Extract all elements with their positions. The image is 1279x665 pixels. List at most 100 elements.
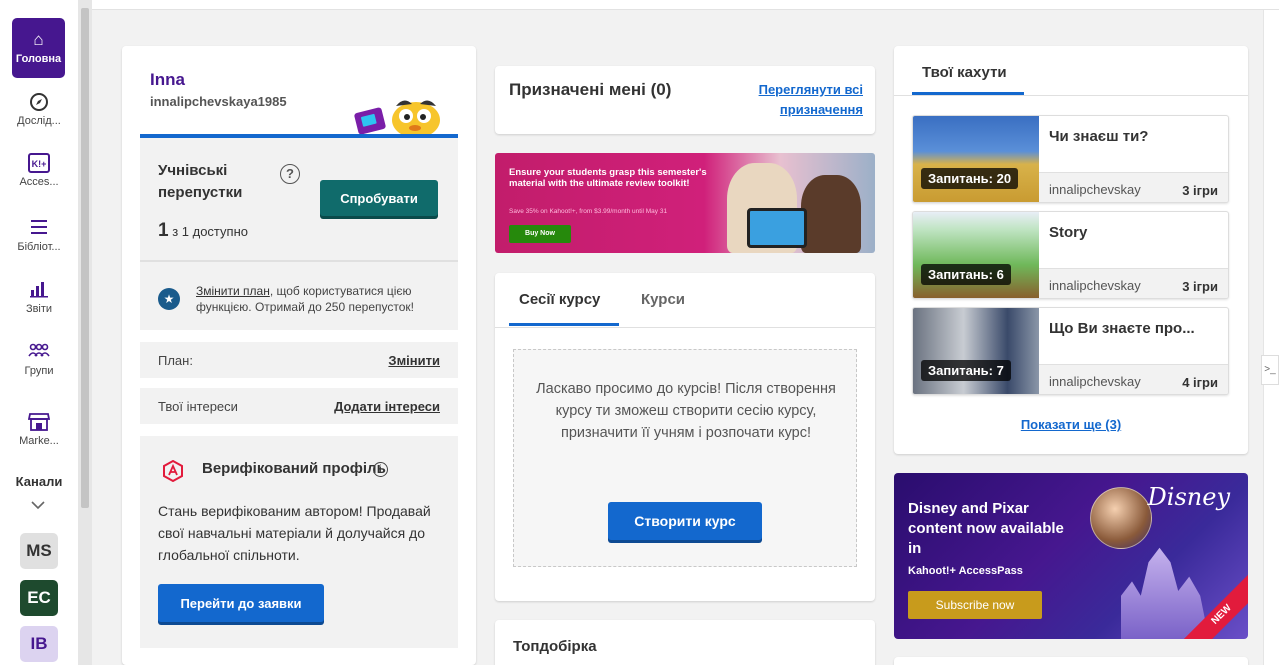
accesspass-brand: Kahoot!+ AccessPass <box>908 565 1023 577</box>
character-bubble-image <box>1090 487 1152 549</box>
profile-name: Inna <box>150 70 185 89</box>
questions-count: Запитань: 7 <box>921 360 1011 381</box>
nav-item-label: Головна <box>15 53 62 65</box>
kahoot-meta: innalipchevskay 3 ігри <box>1039 172 1228 202</box>
home-icon: ⌂ <box>33 30 44 49</box>
assigned-card: Призначені мені (0) Переглянути всі приз… <box>495 66 875 134</box>
disney-promo-banner[interactable]: Disney and Pixar content now available i… <box>894 473 1248 639</box>
assigned-title: Призначені мені (0) <box>509 80 672 99</box>
plan-row: План: Змінити <box>140 342 458 378</box>
add-interests-button[interactable]: Додати інтереси <box>334 399 440 414</box>
nav-item-accesspass[interactable]: K!+ Acces... <box>7 153 71 188</box>
nav-item-label: Дослід... <box>17 115 61 127</box>
store-icon <box>27 412 51 432</box>
nav-item-reports[interactable]: Звіти <box>7 280 71 315</box>
nav-item-home[interactable]: ⌂ Головна <box>12 18 65 78</box>
nav-item-discover[interactable]: Дослід... <box>7 92 71 127</box>
questions-count: Запитань: 20 <box>921 168 1019 189</box>
kahoot-games-count: 4 ігри <box>1182 375 1218 390</box>
kahoot-title: Чи знаєш ти? <box>1049 128 1149 145</box>
plan-label: План: <box>158 353 193 368</box>
disney-headline: Disney and Pixar content now available i… <box>908 500 1064 557</box>
star-icon: ★ <box>158 288 180 310</box>
next-card <box>894 657 1248 665</box>
verified-profile-title: Верифікований профіль <box>202 460 386 477</box>
kahoot-thumbnail: Запитань: 7 <box>913 308 1039 394</box>
expand-panel-icon[interactable]: >_ <box>1261 355 1279 385</box>
profile-username: innalipchevskaya1985 <box>150 94 287 109</box>
passes-count-number: 1 <box>158 220 169 241</box>
promo-banner[interactable]: Ensure your students grasp this semester… <box>495 153 875 253</box>
nav-scrollbar[interactable] <box>78 0 92 665</box>
compass-icon <box>28 92 50 112</box>
kahoot-games-count: 3 ігри <box>1182 183 1218 198</box>
passes-count-suffix: з 1 доступно <box>172 224 248 239</box>
nav-item-label: Звіти <box>25 303 53 315</box>
verified-profile-panel: Верифікований профіль i Стань верифікова… <box>140 436 458 648</box>
svg-text:K!+: K!+ <box>32 159 47 169</box>
kahoot-item[interactable]: Запитань: 7 Що Ви знаєте про... innalipc… <box>912 307 1229 395</box>
student-passes-title: Учнівські перепустки <box>158 162 243 201</box>
nav-item-label: Marke... <box>19 435 59 447</box>
upgrade-note: Змінити план, щоб користуватися цією фун… <box>196 283 452 315</box>
kahoot-thumbnail: Запитань: 20 <box>913 116 1039 202</box>
top-selection-card: Топдобірка <box>495 620 875 665</box>
mascot-illustration <box>354 100 440 136</box>
subscribe-now-button[interactable]: Subscribe now <box>908 591 1042 619</box>
kahoot-games-count: 3 ігри <box>1182 279 1218 294</box>
nav-item-label: Групи <box>24 365 54 377</box>
questions-count: Запитань: 6 <box>921 264 1011 285</box>
info-icon[interactable]: i <box>373 462 388 477</box>
groups-icon <box>28 342 50 362</box>
student-passes-panel: Учнівські перепустки ? Спробувати 1 з 1 … <box>140 138 458 330</box>
courses-card: Сесії курсу Курси Ласкаво просимо до кур… <box>495 273 875 601</box>
interests-row: Твої інтереси Додати інтереси <box>140 388 458 424</box>
apply-button[interactable]: Перейти до заявки <box>158 584 324 622</box>
kahoot-title: Story <box>1049 224 1088 241</box>
channels-heading: Канали <box>15 474 63 489</box>
try-button[interactable]: Спробувати <box>320 180 438 216</box>
view-all-assignments-link[interactable]: Переглянути всі призначення <box>743 80 863 120</box>
scrollbar-thumb[interactable] <box>81 8 89 508</box>
active-tab-indicator <box>509 323 619 326</box>
nav-item-groups[interactable]: Групи <box>7 342 71 377</box>
promo-subtext: Save 35% on Kahoot!+, from $3.99/month u… <box>509 208 668 215</box>
change-plan-link[interactable]: Змінити план <box>196 284 270 298</box>
tabs-divider <box>495 327 875 328</box>
promo-photo-tablet <box>747 208 807 248</box>
nav-item-library[interactable]: Бібліот... <box>7 218 71 253</box>
kahoot-author: innalipchevskay <box>1049 182 1141 197</box>
your-kahoots-card: Твої кахути Запитань: 20 Чи знаєш ти? in… <box>894 46 1248 454</box>
profile-card: Inna innalipchevskaya1985 Учнівські пере… <box>122 46 476 665</box>
kahoot-author: innalipchevskay <box>1049 278 1141 293</box>
channel-badge-ms[interactable]: MS <box>20 533 58 569</box>
courses-welcome-message: Ласкаво просимо до курсів! Після створен… <box>536 381 836 441</box>
kahoot-thumbnail: Запитань: 6 <box>913 212 1039 298</box>
promo-photo-child <box>801 175 861 253</box>
chevron-down-icon[interactable] <box>30 499 46 511</box>
kahoot-title: Що Ви знаєте про... <box>1049 320 1195 337</box>
promo-headline: Ensure your students grasp this semester… <box>509 167 707 189</box>
passes-divider <box>140 260 458 262</box>
top-bar <box>92 0 1279 10</box>
passes-count: 1 з 1 доступно <box>158 220 248 242</box>
left-navigation: ⌂ Головна Дослід... K!+ Acces... Бібліот… <box>0 0 78 665</box>
nav-item-marketplace[interactable]: Marke... <box>7 412 71 447</box>
channel-badge-ib[interactable]: IB <box>20 626 58 662</box>
show-more-link[interactable]: Показати ще (3) <box>894 417 1248 432</box>
buy-now-button[interactable]: Buy Now <box>509 225 571 243</box>
change-plan-button[interactable]: Змінити <box>388 353 440 368</box>
channel-badge-ec[interactable]: EC <box>20 580 58 616</box>
disney-logo: Disney <box>1147 483 1230 511</box>
tab-course-sessions[interactable]: Сесії курсу <box>519 291 600 308</box>
verified-profile-text: Стань верифікованим автором! Продавай св… <box>158 503 431 563</box>
help-icon[interactable]: ? <box>280 164 300 184</box>
kahoot-item[interactable]: Запитань: 6 Story innalipchevskay 3 ігри <box>912 211 1229 299</box>
tab-courses[interactable]: Курси <box>641 291 685 308</box>
kahoot-item[interactable]: Запитань: 20 Чи знаєш ти? innalipchevska… <box>912 115 1229 203</box>
tab-your-kahoots[interactable]: Твої кахути <box>922 64 1007 81</box>
right-panel-strip: >_ <box>1261 10 1279 665</box>
create-course-button[interactable]: Створити курс <box>608 502 762 540</box>
kahoot-plus-icon: K!+ <box>28 153 50 173</box>
courses-empty-state: Ласкаво просимо до курсів! Після створен… <box>513 349 857 567</box>
